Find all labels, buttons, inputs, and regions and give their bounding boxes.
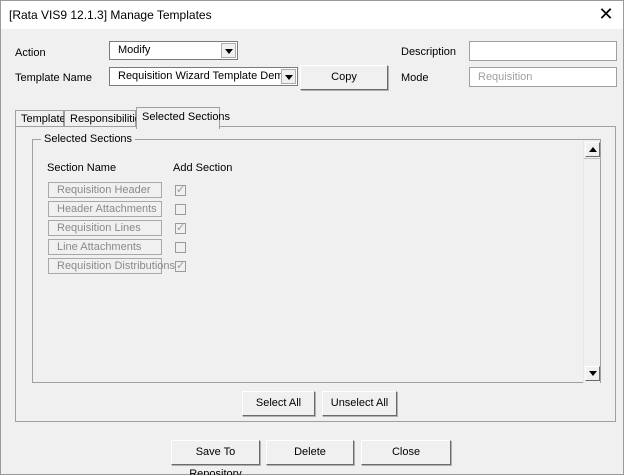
section-name-field: Line Attachments	[48, 239, 162, 255]
unselect-all-button[interactable]: Unselect All	[322, 391, 397, 416]
section-name-text: Line Attachments	[57, 241, 142, 253]
window-title: [Rata VIS9 12.1.3] Manage Templates	[9, 8, 212, 22]
section-name-text: Requisition Header	[57, 184, 151, 196]
vertical-scrollbar[interactable]	[583, 140, 601, 383]
scroll-up-icon[interactable]	[585, 142, 600, 157]
scroll-track[interactable]	[584, 158, 601, 160]
title-bar: [Rata VIS9 12.1.3] Manage Templates ✕	[1, 1, 623, 29]
action-label: Action	[15, 47, 46, 59]
action-dropdown[interactable]: Modify	[109, 41, 238, 60]
mode-value: Requisition	[478, 71, 533, 83]
manage-templates-window: [Rata VIS9 12.1.3] Manage Templates ✕ Ac…	[0, 0, 624, 475]
mode-field: Requisition	[469, 67, 617, 87]
close-button[interactable]: Close	[361, 440, 451, 465]
chevron-down-icon[interactable]	[221, 43, 236, 58]
scroll-down-icon[interactable]	[585, 366, 600, 381]
add-section-header: Add Section	[173, 162, 233, 174]
add-section-checkbox[interactable]	[175, 221, 186, 234]
template-name-label: Template Name	[15, 72, 93, 84]
chevron-down-icon[interactable]	[281, 69, 296, 84]
add-section-checkbox[interactable]	[175, 183, 186, 196]
selected-sections-group: Selected Sections Section Name Add Secti…	[32, 133, 601, 383]
template-name-value: Requisition Wizard Template Demo	[118, 70, 290, 82]
selected-sections-panel: Selected Sections Section Name Add Secti…	[15, 126, 616, 422]
select-all-button[interactable]: Select All	[242, 391, 315, 416]
section-name-text: Header Attachments	[57, 203, 157, 215]
description-input[interactable]	[469, 41, 617, 61]
mode-label: Mode	[401, 72, 429, 84]
add-section-checkbox[interactable]	[175, 204, 186, 215]
add-section-checkbox[interactable]	[175, 259, 186, 272]
section-name-field: Header Attachments	[48, 201, 162, 217]
delete-button[interactable]: Delete	[266, 440, 354, 465]
add-section-checkbox[interactable]	[175, 242, 186, 253]
section-name-field: Requisition Distributions	[48, 258, 175, 274]
section-name-field: Requisition Header	[48, 182, 162, 198]
tab-selected-sections[interactable]: Selected Sections	[136, 107, 230, 129]
group-title: Selected Sections	[41, 133, 136, 145]
description-label: Description	[401, 46, 457, 58]
section-name-field: Requisition Lines	[48, 220, 162, 236]
section-name-header: Section Name	[47, 162, 117, 174]
close-icon[interactable]: ✕	[595, 4, 617, 26]
template-name-dropdown[interactable]: Requisition Wizard Template Demo	[109, 67, 298, 86]
copy-button[interactable]: Copy	[300, 65, 388, 90]
section-name-text: Requisition Distributions	[57, 260, 175, 272]
save-to-repository-button[interactable]: Save To Repository	[171, 440, 260, 475]
section-name-text: Requisition Lines	[57, 222, 141, 234]
action-dropdown-value: Modify	[118, 44, 151, 56]
